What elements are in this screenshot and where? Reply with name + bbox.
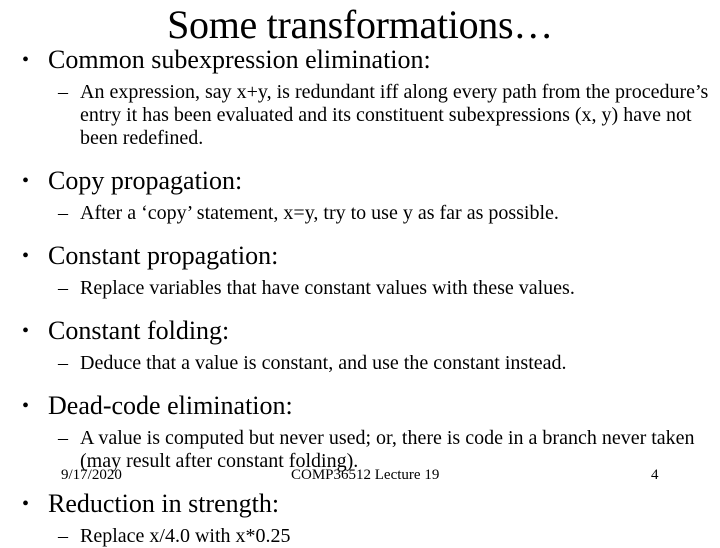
footer-date: 9/17/2020 [61,467,122,483]
bullet-text: Copy propagation: [48,166,243,195]
bullet-heading: • Constant propagation: [22,241,712,271]
dash-icon: – [58,427,68,449]
footer-course: COMP36512 Lecture 19 [291,467,440,483]
sub-bullet: – Deduce that a value is constant, and u… [22,352,712,375]
bullet-heading: • Common subexpression elimination: [22,45,712,75]
list-item-reduction-in-strength: • Reduction in strength: – Replace x/4.0… [22,489,712,548]
sub-bullet: – After a ‘copy’ statement, x=y, try to … [22,202,712,225]
list-item-constant-propagation: • Constant propagation: – Replace variab… [22,241,712,300]
sub-bullet: – Replace variables that have constant v… [22,277,712,300]
bullet-text: Dead-code elimination: [48,391,293,420]
sub-bullet-text: Replace variables that have constant val… [80,277,575,299]
bullet-heading: • Reduction in strength: [22,489,712,519]
bullet-text: Reduction in strength: [48,489,280,518]
list-item-constant-folding: • Constant folding: – Deduce that a valu… [22,316,712,375]
bullet-text: Common subexpression elimination: [48,45,431,74]
bullet-icon: • [22,320,30,342]
bullet-icon: • [22,493,30,515]
dash-icon: – [58,525,68,547]
bullet-icon: • [22,245,30,267]
sub-bullet: – Replace x/4.0 with x*0.25 [22,525,712,548]
sub-bullet-text: Replace x/4.0 with x*0.25 [80,525,291,547]
list-item-dead-code-elimination: • Dead-code elimination: – A value is co… [22,391,712,473]
dash-icon: – [58,352,68,374]
bullet-icon: • [22,49,30,71]
dash-icon: – [58,202,68,224]
bullet-heading: • Dead-code elimination: [22,391,712,421]
dash-icon: – [58,81,68,103]
bullet-text: Constant folding: [48,316,230,345]
sub-bullet-text: After a ‘copy’ statement, x=y, try to us… [80,202,559,224]
slide-title: Some transformations… [167,2,553,47]
sub-bullet: – An expression, say x+y, is redundant i… [22,81,712,150]
bullet-heading: • Copy propagation: [22,166,712,196]
list-item-common-subexpression: • Common subexpression elimination: – An… [22,45,712,150]
bullet-icon: • [22,395,30,417]
list-item-copy-propagation: • Copy propagation: – After a ‘copy’ sta… [22,166,712,225]
sub-bullet-text: Deduce that a value is constant, and use… [80,352,567,374]
sub-bullet-text: An expression, say x+y, is redundant iff… [80,81,709,149]
footer-page-number: 4 [651,467,659,483]
dash-icon: – [58,277,68,299]
bullet-text: Constant propagation: [48,241,279,270]
bullet-heading: • Constant folding: [22,316,712,346]
bullet-icon: • [22,170,30,192]
